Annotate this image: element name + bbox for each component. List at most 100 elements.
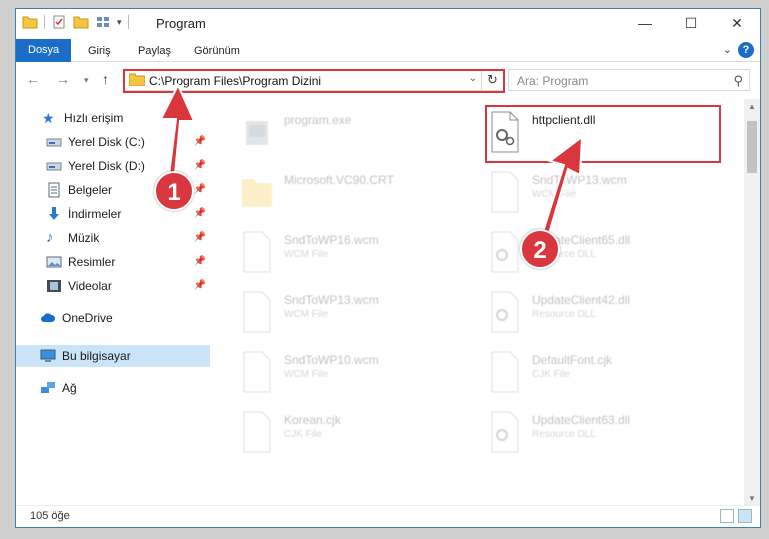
sidebar-item-pictures[interactable]: Resimler 📌 bbox=[16, 251, 210, 273]
vertical-scrollbar[interactable]: ▲ ▼ bbox=[744, 99, 760, 507]
pin-icon[interactable]: 📌 bbox=[194, 256, 206, 267]
scroll-up-icon[interactable]: ▲ bbox=[744, 99, 760, 115]
file-name: UpdateClient63.dll bbox=[532, 413, 631, 427]
item-count: 105 öğe bbox=[30, 510, 70, 522]
properties-icon[interactable] bbox=[51, 14, 67, 30]
navigation-pane: ★ Hızlı erişim Yerel Disk (C:) 📌 Yerel D… bbox=[16, 99, 212, 507]
documents-icon bbox=[48, 182, 60, 198]
file-name: SndToWP16.wcm bbox=[284, 233, 379, 247]
file-item[interactable]: Microsoft.VC90.CRT bbox=[232, 165, 472, 221]
document-file-icon bbox=[243, 291, 271, 333]
view-switcher bbox=[720, 509, 752, 523]
file-name: SndToWP13.wcm bbox=[284, 293, 379, 307]
explorer-window: ▾ Program — ☐ ✕ Dosya Giriş Paylaş Görün… bbox=[15, 8, 761, 528]
star-icon: ★ bbox=[42, 110, 55, 126]
pin-icon[interactable]: 📌 bbox=[194, 280, 206, 291]
sidebar-item-label: İndirmeler bbox=[68, 207, 122, 221]
file-item[interactable]: UpdateClient42.dll Resource DLL bbox=[480, 285, 720, 341]
search-icon: ⚲ bbox=[733, 73, 743, 88]
sidebar-item-label: Videolar bbox=[68, 279, 112, 293]
file-type: WCM File bbox=[284, 249, 328, 260]
file-item[interactable]: program.exe bbox=[232, 105, 472, 161]
pin-icon[interactable]: 📌 bbox=[194, 160, 206, 171]
status-bar: 105 öğe bbox=[16, 505, 760, 527]
annotation-badge-2: 2 bbox=[520, 229, 560, 269]
computer-icon bbox=[40, 349, 56, 362]
sidebar-item-label: Resimler bbox=[68, 255, 116, 269]
sidebar-item-label: Hızlı erişim bbox=[64, 111, 124, 125]
pin-icon[interactable]: 📌 bbox=[194, 232, 206, 243]
file-type: Resource DLL bbox=[532, 429, 596, 440]
music-icon: ♪ bbox=[46, 229, 54, 246]
folder-icon[interactable] bbox=[22, 14, 38, 30]
sidebar-item-quick-access[interactable]: ★ Hızlı erişim bbox=[16, 107, 210, 129]
file-name: SndToWP10.wcm bbox=[284, 353, 379, 367]
sidebar-item-label: Müzik bbox=[68, 231, 100, 245]
file-item[interactable]: DefaultFont.cjk CJK File bbox=[480, 345, 720, 401]
sidebar-item-music[interactable]: ♪ Müzik 📌 bbox=[16, 227, 210, 249]
annotation-badge-1: 1 bbox=[154, 171, 194, 211]
recent-locations-icon[interactable]: ▾ bbox=[84, 75, 89, 86]
sidebar-item-onedrive[interactable]: OneDrive bbox=[16, 307, 210, 329]
tab-dosya[interactable]: Dosya bbox=[16, 39, 72, 62]
folder-icon bbox=[242, 179, 272, 207]
pin-icon[interactable]: 📌 bbox=[194, 208, 206, 219]
up-arrow-icon[interactable]: ↑ bbox=[102, 71, 109, 87]
tab-giris[interactable]: Giriş bbox=[76, 41, 123, 62]
help-icon[interactable]: ? bbox=[738, 42, 754, 58]
minimize-button[interactable]: — bbox=[622, 9, 668, 37]
file-highlight bbox=[485, 105, 721, 163]
new-folder-icon[interactable] bbox=[73, 14, 89, 30]
pin-icon[interactable]: 📌 bbox=[194, 136, 206, 147]
drive-icon bbox=[46, 162, 62, 171]
pin-icon[interactable]: 📌 bbox=[194, 184, 206, 195]
file-type: CJK File bbox=[532, 369, 570, 380]
details-view-icon[interactable] bbox=[720, 509, 734, 523]
file-item[interactable]: Korean.cjk CJK File bbox=[232, 405, 472, 461]
maximize-button[interactable]: ☐ bbox=[668, 9, 714, 37]
file-item[interactable]: SndToWP10.wcm WCM File bbox=[232, 345, 472, 401]
file-item[interactable]: UpdateClient63.dll Resource DLL bbox=[480, 405, 720, 461]
file-name: DefaultFont.cjk bbox=[532, 353, 613, 367]
tab-gorunum[interactable]: Görünüm bbox=[182, 41, 252, 62]
back-arrow-icon[interactable]: ← bbox=[26, 71, 40, 87]
sidebar-item-disk-c[interactable]: Yerel Disk (C:) 📌 bbox=[16, 131, 210, 153]
network-icon bbox=[41, 382, 55, 393]
scroll-thumb[interactable] bbox=[747, 121, 757, 173]
file-type: Resource DLL bbox=[532, 309, 596, 320]
search-box[interactable]: Ara: Program ⚲ bbox=[508, 69, 750, 91]
file-name: Korean.cjk bbox=[284, 413, 341, 427]
quick-access-toolbar: ▾ bbox=[22, 14, 129, 30]
view-options-icon[interactable] bbox=[95, 14, 111, 30]
download-icon bbox=[49, 207, 59, 220]
sidebar-item-label: Bu bilgisayar bbox=[62, 349, 131, 363]
document-file-icon bbox=[491, 171, 519, 213]
tab-paylas[interactable]: Paylaş bbox=[126, 41, 183, 62]
close-button[interactable]: ✕ bbox=[714, 9, 760, 37]
sidebar-item-label: Belgeler bbox=[68, 183, 113, 197]
address-highlight bbox=[123, 69, 505, 93]
qat-dropdown-icon[interactable]: ▾ bbox=[117, 17, 122, 28]
document-file-icon bbox=[243, 411, 271, 453]
file-type: CJK File bbox=[284, 429, 322, 440]
document-file-icon bbox=[243, 351, 271, 393]
file-item[interactable]: SndToWP13.wcm WCM File bbox=[232, 285, 472, 341]
cloud-icon bbox=[41, 313, 56, 322]
window-controls: — ☐ ✕ bbox=[622, 9, 760, 37]
forward-arrow-icon[interactable]: → bbox=[56, 71, 70, 87]
sidebar-item-this-pc[interactable]: Bu bilgisayar bbox=[16, 345, 210, 367]
file-type: WCM File bbox=[284, 309, 328, 320]
large-icons-view-icon[interactable] bbox=[738, 509, 752, 523]
toolbar-divider bbox=[44, 15, 45, 29]
sidebar-item-videos[interactable]: Videolar 📌 bbox=[16, 275, 210, 297]
file-item[interactable]: SndToWP16.wcm WCM File bbox=[232, 225, 472, 281]
sidebar-item-network[interactable]: Ağ bbox=[16, 377, 210, 399]
document-file-icon bbox=[243, 231, 271, 273]
file-item[interactable]: SndToWP13.wcm WCM File bbox=[480, 165, 720, 221]
document-file-icon bbox=[491, 351, 519, 393]
file-name: program.exe bbox=[284, 113, 352, 127]
file-type: WCM File bbox=[532, 189, 576, 200]
file-name: Microsoft.VC90.CRT bbox=[284, 173, 394, 187]
chevron-down-icon[interactable]: ⌄ bbox=[723, 43, 732, 56]
file-item[interactable]: UpdateClient65.dll Resource DLL bbox=[480, 225, 720, 281]
